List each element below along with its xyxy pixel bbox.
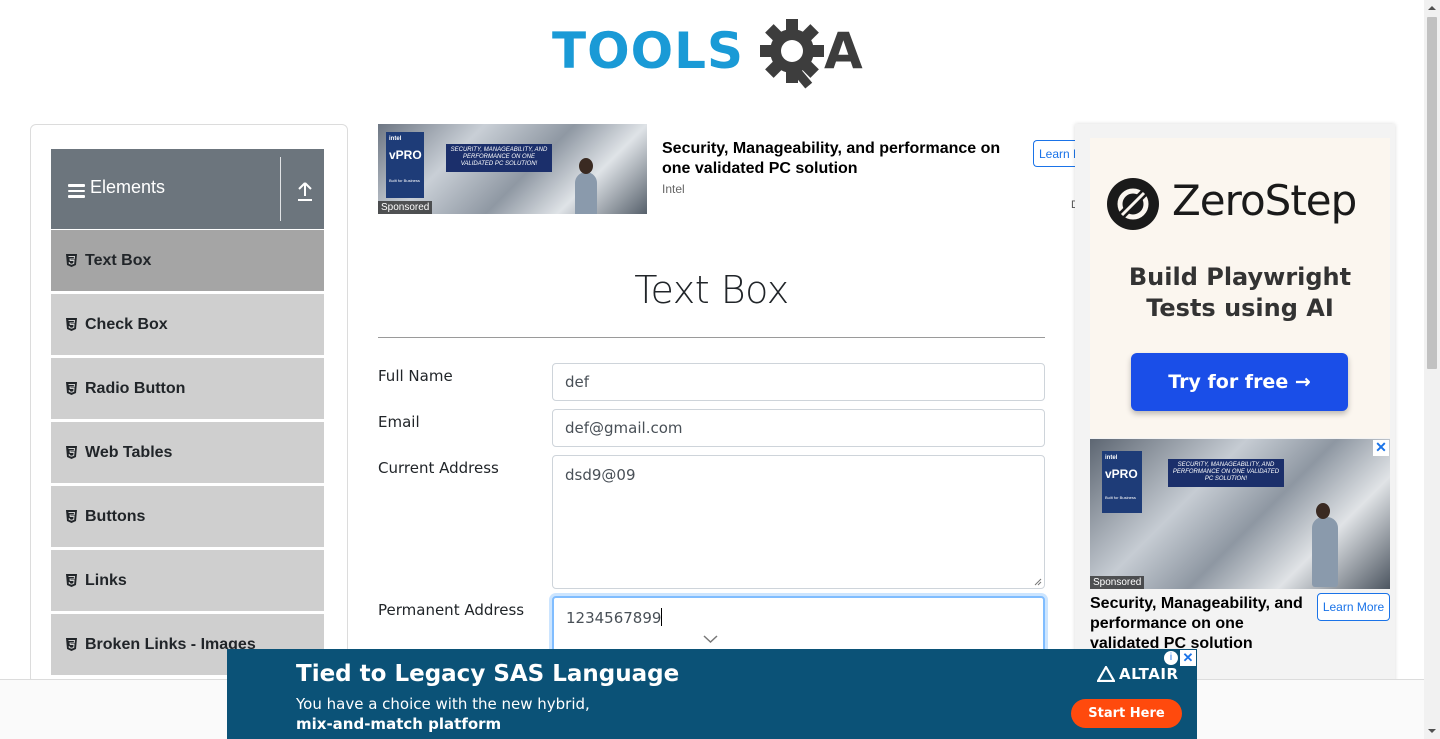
right-ad-title[interactable]: Security, Manageability, and performance… (1090, 594, 1310, 654)
close-icon[interactable]: ✕ (1180, 650, 1196, 666)
permanent-address-label: Permanent Address (378, 601, 525, 619)
logo-text-left: TOOLS (552, 22, 744, 80)
bottom-ad-subline-2: mix-and-match platform (296, 715, 502, 733)
html5-icon (66, 254, 77, 267)
full-name-label: Full Name (378, 367, 453, 385)
chevron-down-icon[interactable] (703, 634, 718, 644)
right-ad-image[interactable]: intel vPRO Built for Business SECURITY, … (1090, 439, 1390, 589)
zerostep-brand: ZeroStep (1172, 176, 1357, 225)
try-for-free-button[interactable]: Try for free → (1131, 353, 1348, 411)
sponsored-label: Sponsored (1090, 576, 1145, 589)
bottom-banner-ad[interactable]: Tied to Legacy SAS Language You have a c… (227, 649, 1197, 739)
page-title: Text Box (634, 268, 789, 312)
sidebar-item-text-box[interactable]: Text Box (51, 230, 324, 292)
current-address-value: dsd9@09 (565, 466, 636, 484)
top-ad-brand: Intel (662, 182, 685, 196)
sidebar-item-radio-button[interactable]: Radio Button (51, 358, 324, 420)
header-divider (280, 157, 281, 221)
ad-person-image (575, 158, 597, 214)
permanent-address-value: 1234567899 (566, 609, 662, 627)
sponsored-label: Sponsored (378, 201, 433, 214)
sidebar-item-label: Check Box (85, 316, 168, 333)
scroll-down-arrow-icon[interactable] (1424, 723, 1440, 739)
ad-banner-text: SECURITY, MANAGEABILITY, AND PERFORMANCE… (446, 144, 552, 172)
bottom-ad-subline-1: You have a choice with the new hybrid, (296, 695, 590, 713)
html5-icon (66, 638, 77, 651)
ad-person-image (1312, 503, 1338, 587)
close-icon[interactable]: ✕ (1373, 440, 1389, 456)
ad-banner-text: SECURITY, MANAGEABILITY, AND PERFORMANCE… (1168, 459, 1284, 487)
sidebar-item-label: Radio Button (85, 380, 186, 397)
current-address-label: Current Address (378, 459, 499, 477)
html5-icon (66, 382, 77, 395)
sidebar-group-title: Elements (90, 177, 166, 197)
zerostep-headline: Build Playwright Tests using AI (1128, 263, 1352, 322)
bottom-ad-headline: Tied to Legacy SAS Language (296, 661, 680, 687)
sidebar-group-elements[interactable]: Elements (51, 149, 324, 229)
html5-icon (66, 446, 77, 459)
html5-icon (66, 574, 77, 587)
altair-brand: ALTAIR (1119, 665, 1179, 683)
scrollbar-thumb[interactable] (1427, 17, 1437, 369)
sidebar-item-label: Buttons (85, 508, 146, 525)
email-input[interactable]: def@gmail.com (552, 409, 1045, 447)
collapse-upload-icon[interactable] (295, 181, 315, 203)
sidebar-item-web-tables[interactable]: Web Tables (51, 422, 324, 484)
sidebar-item-label: Links (85, 572, 127, 589)
zerostep-logo-icon (1107, 178, 1159, 230)
permanent-address-textarea[interactable]: 1234567899 (552, 596, 1045, 656)
intel-vpro-badge: intel vPRO Built for Business (1102, 451, 1142, 513)
sidebar-item-label: Text Box (85, 252, 152, 269)
sidebar-item-buttons[interactable]: Buttons (51, 486, 324, 548)
altair-logo-icon (1097, 666, 1115, 682)
current-address-textarea[interactable]: dsd9@09 (552, 455, 1045, 589)
email-label: Email (378, 413, 420, 431)
top-ad-image[interactable]: intel vPRO Built for Business SECURITY, … (378, 124, 647, 214)
intel-vpro-badge: intel vPRO Built for Business (386, 132, 424, 198)
gear-icon (760, 19, 824, 89)
start-here-button[interactable]: Start Here (1071, 699, 1182, 728)
top-ad-title[interactable]: Security, Manageability, and performance… (662, 139, 1022, 179)
site-logo[interactable]: TOOLS A (552, 14, 882, 94)
sidebar-item-check-box[interactable]: Check Box (51, 294, 324, 356)
html5-icon (66, 318, 77, 331)
resize-handle-icon[interactable] (1034, 578, 1042, 586)
sidebar-item-links[interactable]: Links (51, 550, 324, 612)
full-name-input[interactable]: def (552, 363, 1045, 401)
toolsqa-logo-icon: TOOLS A (552, 19, 863, 89)
html5-icon (66, 510, 77, 523)
hamburger-icon (68, 184, 85, 198)
right-ad-learn-more-button[interactable]: Learn More (1317, 593, 1390, 621)
title-divider (378, 337, 1045, 338)
top-ad-learn-more-button[interactable]: Learn M (1033, 140, 1077, 167)
sidebar-item-label: Web Tables (85, 444, 173, 461)
ad-info-icon[interactable]: i (1164, 651, 1178, 665)
logo-text-right: A (824, 22, 863, 80)
scroll-up-arrow-icon[interactable] (1424, 0, 1440, 16)
text-caret (661, 608, 663, 626)
